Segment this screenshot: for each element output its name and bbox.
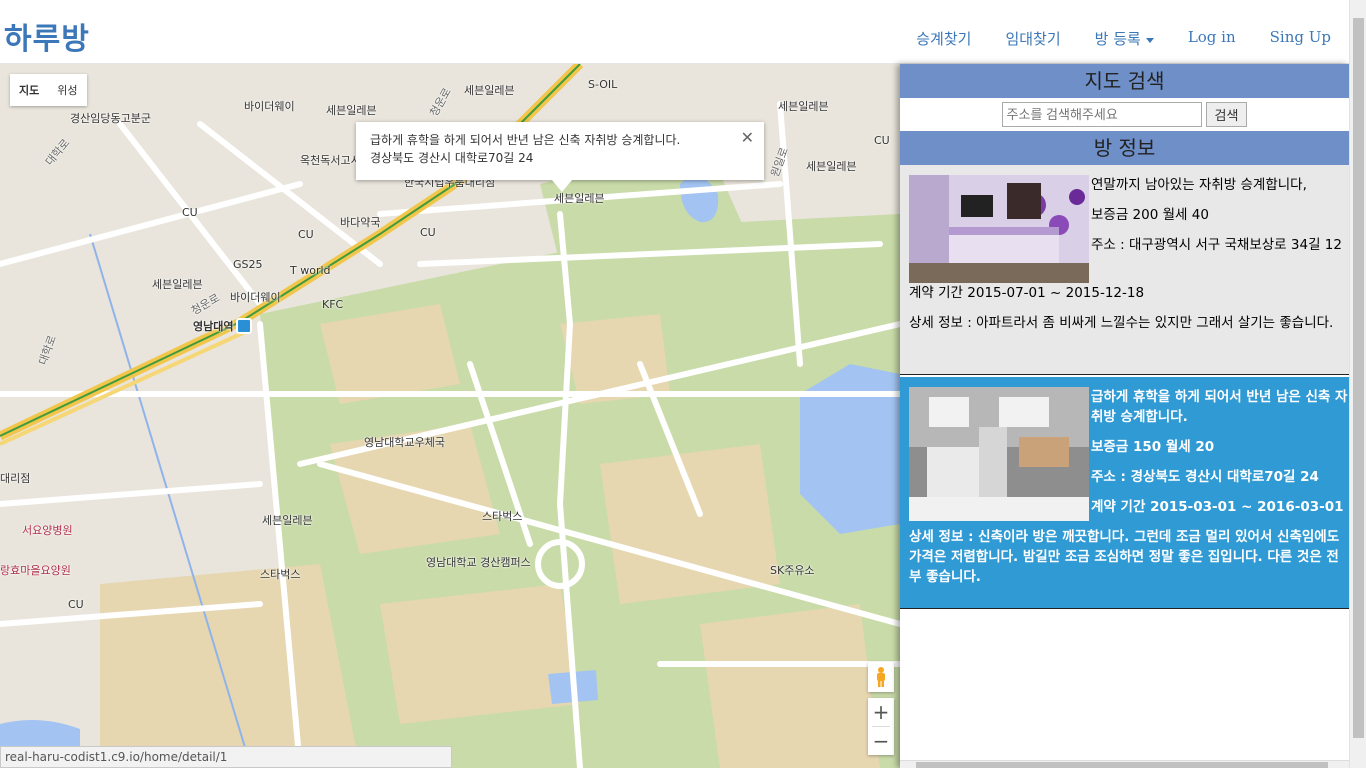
map-label: 영남대학교우체국 (364, 436, 445, 449)
main-nav: 승계찾기 임대찾기 방 등록 Log in Sing Up (899, 28, 1348, 49)
map-label: 영남대학교 경산캠퍼스 (426, 556, 531, 569)
listing-card[interactable]: 연말까지 남아있는 자취방 승계합니다, 보증금 200 월세 40 주소 : … (900, 165, 1349, 375)
map-info-window: 급하게 휴학을 하게 되어서 반년 남은 신축 자취방 승계합니다. 경상북도 … (356, 122, 764, 192)
subway-icon (236, 318, 252, 334)
map-label: CU (420, 226, 436, 239)
map-type-map-button[interactable]: 지도 (10, 74, 48, 106)
zoom-out-button[interactable]: − (868, 727, 894, 755)
address-search-input[interactable] (1001, 102, 1202, 127)
map-label: CU (874, 134, 890, 147)
nav-signup[interactable]: Sing Up (1253, 28, 1348, 49)
sidebar-horizontal-scrollbar[interactable] (900, 760, 1349, 768)
map-label: CU (68, 598, 84, 611)
map-label: 세븐일레븐 (262, 514, 313, 527)
zoom-in-button[interactable]: + (868, 698, 894, 726)
room-info-title: 방 정보 (900, 131, 1349, 165)
map[interactable]: 경산임당동고분군 바이더웨이 세븐일레븐 세븐일레븐 S-OIL 세븐일레븐 C… (0, 64, 900, 768)
map-label: CU (182, 206, 198, 219)
map-label: 세븐일레븐 (806, 160, 857, 173)
info-window-address: 경상북도 경산시 대학로70길 24 (370, 151, 534, 165)
map-label-station: 영남대역 (193, 320, 234, 333)
nav-register-room-dropdown[interactable]: 방 등록 (1078, 28, 1171, 49)
zoom-control: + − (868, 698, 894, 755)
map-label: 세븐일레븐 (778, 100, 829, 113)
nav-login[interactable]: Log in (1171, 28, 1253, 49)
map-label: 세븐일레븐 (554, 192, 605, 205)
info-window-title: 급하게 휴학을 하게 되어서 반년 남은 신축 자취방 승계합니다. (370, 133, 681, 147)
page-vertical-scrollbar[interactable] (1349, 0, 1366, 768)
browser-status-url: real-haru-codist1.c9.io/home/detail/1 (0, 746, 452, 768)
map-type-control: 지도 위성 (10, 74, 87, 106)
street-view-pegman-icon[interactable] (868, 662, 894, 692)
search-row: 검색 (900, 98, 1349, 131)
brand-logo[interactable]: 하루방 (4, 14, 90, 58)
map-label: KFC (322, 298, 344, 311)
room-photo (909, 175, 1089, 283)
map-label: GS25 (233, 258, 263, 271)
nav-find-rental[interactable]: 임대찾기 (988, 28, 1077, 49)
map-label: SK주유소 (770, 564, 815, 577)
map-label: 스타벅스 (482, 510, 523, 523)
map-label: 옥천독서고시 (300, 154, 361, 167)
map-label: T world (290, 264, 331, 277)
map-label: 서요양병원 (22, 524, 73, 537)
info-window-pointer (552, 180, 572, 192)
map-label: 바이더웨이 (244, 100, 295, 113)
nav-find-transfer[interactable]: 승계찾기 (899, 28, 988, 49)
nav-register-room-label: 방 등록 (1094, 30, 1141, 48)
map-label: 세븐일레븐 (152, 278, 203, 291)
listing-detail: 상세 정보 : 신축이라 방은 깨끗합니다. 그런데 조금 멀리 있어서 신축임… (909, 529, 1340, 585)
map-label: 스타벅스 (260, 568, 301, 581)
navbar: 하루방 승계찾기 임대찾기 방 등록 Log in Sing Up (0, 0, 1366, 64)
sidebar: 지도 검색 검색 방 정보 연말까지 남아있는 자취방 승계합니다, 보증금 2… (900, 64, 1349, 768)
listing-card-selected[interactable]: 급하게 휴학을 하게 되어서 반년 남은 신축 자취방 승계합니다. 보증금 1… (900, 377, 1349, 609)
map-label: 세븐일레븐 (326, 104, 377, 117)
close-icon[interactable]: ✕ (741, 128, 754, 147)
listing-detail: 상세 정보 : 아파트라서 좀 비싸게 느낄수는 있지만 그래서 살기는 좋습니… (909, 315, 1334, 331)
map-type-satellite-button[interactable]: 위성 (48, 74, 86, 106)
map-label: 경산임당동고분군 (70, 112, 151, 125)
map-label: S-OIL (588, 78, 618, 91)
room-photo (909, 387, 1089, 521)
map-label: 바이더웨이 (230, 291, 281, 304)
map-label: 바다약국 (340, 216, 381, 229)
map-label: 대리점 (0, 472, 31, 485)
caret-down-icon (1145, 37, 1154, 43)
listing-period: 계약 기간 2015-07-01 ~ 2015-12-18 (909, 285, 1145, 301)
search-button[interactable]: 검색 (1205, 102, 1248, 127)
map-label: 랑효마을요양원 (0, 564, 71, 577)
map-label: CU (298, 228, 314, 241)
map-label: 세븐일레븐 (464, 84, 515, 97)
map-search-title: 지도 검색 (900, 64, 1349, 98)
